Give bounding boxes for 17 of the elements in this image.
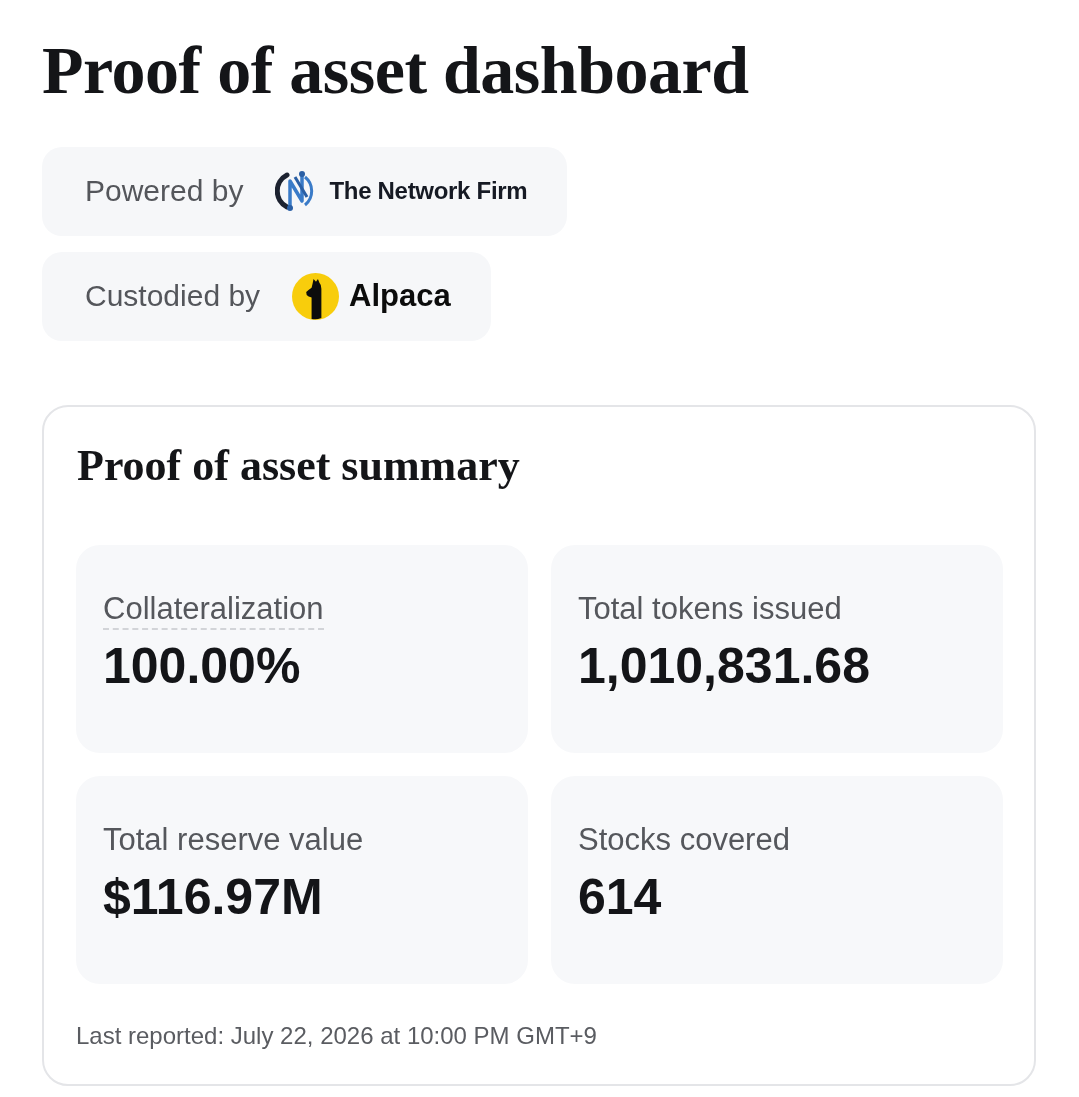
company-name: The Network Firm	[329, 177, 528, 206]
stat-label: Total reserve value	[103, 820, 364, 859]
summary-title: Proof of asset summary	[77, 439, 520, 492]
stat-label: Stocks covered	[578, 820, 790, 859]
company-name: Alpaca	[349, 278, 451, 315]
stat-value: $116.97M	[103, 867, 323, 927]
stat-label: Total tokens issued	[578, 589, 842, 628]
last-reported-text: Last reported: July 22, 2026 at 10:00 PM GMT+9	[76, 1020, 598, 1051]
attribution-label: Custodied by	[85, 279, 261, 314]
stat-value: 614	[578, 867, 662, 927]
stat-value: 100.00%	[103, 636, 301, 696]
attribution-label: Powered by	[85, 174, 244, 209]
stat-value: 1,010,831.68	[578, 636, 870, 696]
network-logo-icon	[275, 169, 316, 214]
stat-label[interactable]: Collateralization	[103, 589, 324, 630]
page-title: Proof of asset dashboard	[42, 31, 749, 110]
llama-logo-icon	[292, 272, 340, 320]
